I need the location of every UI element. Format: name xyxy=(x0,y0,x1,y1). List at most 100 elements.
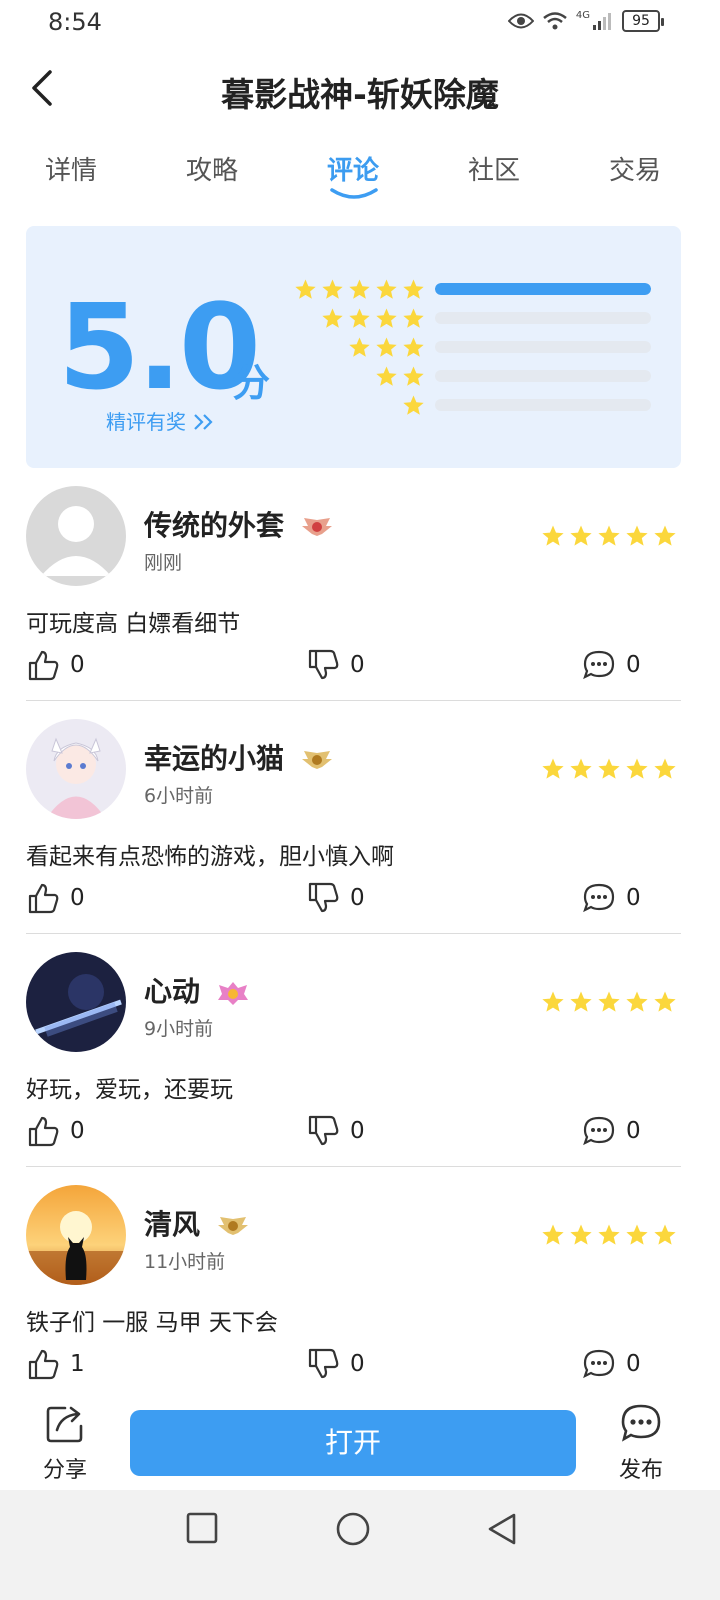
sunset-cat-avatar-icon xyxy=(26,1185,126,1285)
comment-button[interactable]: 0 xyxy=(582,1114,641,1148)
share-button[interactable]: 分享 xyxy=(36,1402,94,1484)
thumbs-down-icon xyxy=(308,649,339,680)
star-icon xyxy=(376,307,397,328)
distribution-bar-1 xyxy=(435,399,651,411)
default-avatar-icon xyxy=(26,486,126,586)
like-button[interactable]: 0 xyxy=(26,648,85,682)
eye-icon xyxy=(507,13,534,29)
distribution-stars-2 xyxy=(285,365,425,388)
comment-button[interactable]: 0 xyxy=(582,881,641,915)
distribution-stars-5 xyxy=(285,278,425,301)
star-icon xyxy=(626,525,648,546)
star-icon xyxy=(403,394,424,415)
review-time: 6小时前 xyxy=(144,785,214,807)
comment-bubble-icon xyxy=(583,650,615,680)
review-text: 铁子们 一服 马甲 天下会 xyxy=(26,1310,278,1336)
comment-bubble-icon xyxy=(583,1349,615,1379)
avatar[interactable] xyxy=(26,952,126,1052)
system-navigation-bar xyxy=(0,1490,720,1600)
back-triangle-icon[interactable] xyxy=(486,1512,518,1546)
tab-guides[interactable]: 攻略 xyxy=(162,150,262,187)
tab-community[interactable]: 社区 xyxy=(444,150,544,187)
like-button[interactable]: 1 xyxy=(26,1347,85,1381)
share-label: 分享 xyxy=(42,1458,87,1483)
star-icon xyxy=(349,336,370,357)
username-text: 传统的外套 xyxy=(144,509,285,542)
review-item: 清风 11小时前 铁子们 一服 马甲 天下会 1 0 0 xyxy=(26,1167,681,1400)
review-text: 好玩，爱玩，还要玩 xyxy=(26,1077,233,1103)
username[interactable]: 清风 xyxy=(144,1203,250,1243)
avatar[interactable] xyxy=(26,486,126,586)
star-icon xyxy=(376,336,397,357)
review-stars xyxy=(541,757,677,781)
tab-reviews[interactable]: 评论 xyxy=(303,150,403,187)
tab-bar: 详情 攻略 评论 社区 交易 xyxy=(0,150,720,210)
star-icon xyxy=(376,278,397,299)
star-icon xyxy=(654,991,676,1012)
avatar[interactable] xyxy=(26,1185,126,1285)
publish-button[interactable]: 发布 xyxy=(612,1402,670,1484)
comment-button[interactable]: 0 xyxy=(582,648,641,682)
dislike-count: 0 xyxy=(350,885,365,911)
like-button[interactable]: 0 xyxy=(26,881,85,915)
review-item: 传统的外套 刚刚 可玩度高 白嫖看细节 0 0 0 xyxy=(26,468,681,701)
distribution-bar-2 xyxy=(435,370,651,382)
review-stars xyxy=(541,524,677,548)
distribution-row-3 xyxy=(285,336,651,358)
star-icon xyxy=(542,991,564,1012)
wifi-icon xyxy=(543,12,567,30)
username-text: 幸运的小猫 xyxy=(144,742,285,775)
dark-swordsman-avatar-icon xyxy=(26,952,126,1052)
username[interactable]: 幸运的小猫 xyxy=(144,737,334,777)
thumbs-up-icon xyxy=(28,1349,59,1380)
username[interactable]: 心动 xyxy=(144,970,250,1010)
star-icon xyxy=(322,307,343,328)
star-icon xyxy=(403,278,424,299)
distribution-bar-4 xyxy=(435,312,651,324)
thumbs-up-icon xyxy=(28,650,59,681)
distribution-stars-3 xyxy=(285,336,425,359)
username-text: 心动 xyxy=(144,975,201,1008)
review-stars xyxy=(541,1223,677,1247)
review-stars xyxy=(541,990,677,1014)
review-actions: 0 0 0 xyxy=(26,881,681,921)
username[interactable]: 传统的外套 xyxy=(144,504,334,544)
dislike-button[interactable]: 0 xyxy=(306,881,365,915)
dislike-button[interactable]: 0 xyxy=(306,1347,365,1381)
star-icon xyxy=(403,307,424,328)
like-button[interactable]: 0 xyxy=(26,1114,85,1148)
thumbs-up-icon xyxy=(28,883,59,914)
open-button[interactable]: 打开 xyxy=(130,1410,576,1476)
double-chevron-right-icon xyxy=(194,414,213,430)
thumbs-down-icon xyxy=(308,1348,339,1379)
avatar[interactable] xyxy=(26,719,126,819)
dislike-button[interactable]: 0 xyxy=(306,648,365,682)
anime-girl-avatar-icon xyxy=(26,719,126,819)
star-icon xyxy=(542,758,564,779)
reward-review-link[interactable]: 精评有奖 xyxy=(106,406,216,435)
home-circle-icon[interactable] xyxy=(336,1512,370,1546)
battery-icon: 95 xyxy=(622,10,664,32)
active-tab-indicator xyxy=(330,188,378,199)
star-icon xyxy=(570,758,592,779)
chat-bubble-icon xyxy=(621,1404,661,1442)
comment-count: 0 xyxy=(626,652,641,678)
dislike-count: 0 xyxy=(350,652,365,678)
dislike-button[interactable]: 0 xyxy=(306,1114,365,1148)
page-title: 暮影战神-斩妖除魔 xyxy=(221,75,499,114)
distribution-row-5 xyxy=(285,278,651,300)
tab-trade[interactable]: 交易 xyxy=(585,150,685,187)
comment-button[interactable]: 0 xyxy=(582,1347,641,1381)
like-count: 0 xyxy=(70,885,85,911)
tab-details[interactable]: 详情 xyxy=(21,150,121,187)
recents-square-icon[interactable] xyxy=(186,1512,218,1544)
like-count: 0 xyxy=(70,1118,85,1144)
dislike-count: 0 xyxy=(350,1351,365,1377)
status-time: 8:54 xyxy=(48,8,102,36)
distribution-bar-3 xyxy=(435,341,651,353)
star-icon xyxy=(349,278,370,299)
star-icon xyxy=(349,307,370,328)
wing-badge-icon xyxy=(301,518,332,536)
star-icon xyxy=(403,336,424,357)
review-actions: 0 0 0 xyxy=(26,648,681,688)
